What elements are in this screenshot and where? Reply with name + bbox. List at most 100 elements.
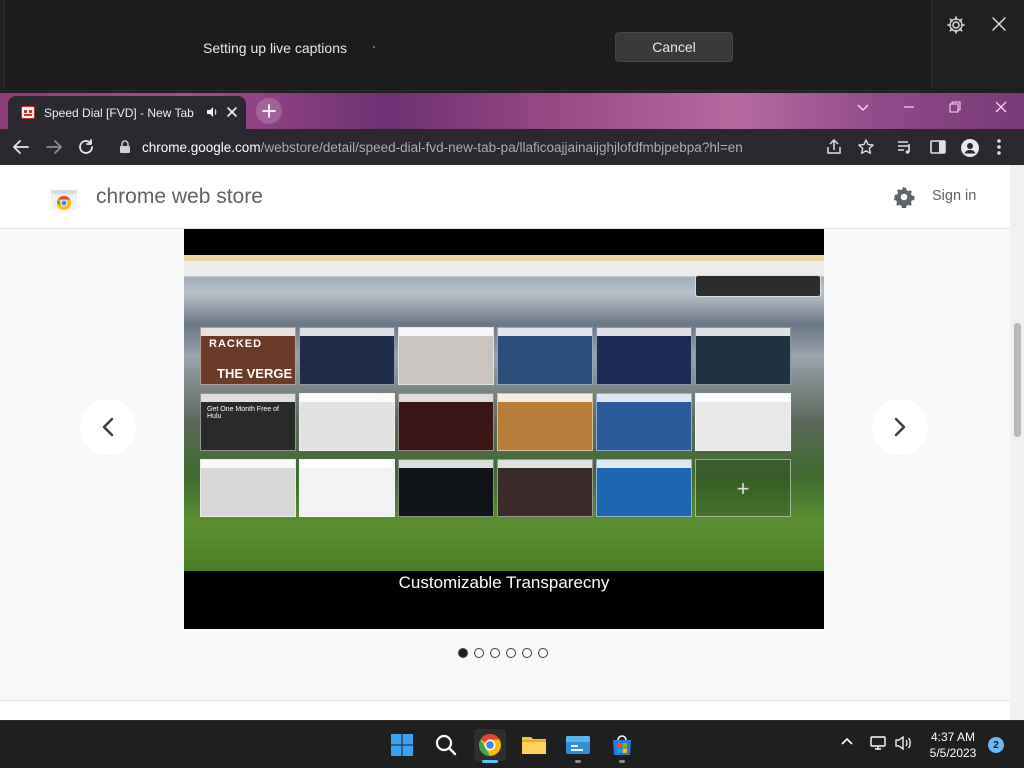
cancel-button[interactable]: Cancel [615,32,733,62]
speed-dial-favicon-icon [21,106,35,119]
back-icon[interactable] [12,138,30,156]
tile-header [696,328,790,336]
slide-dot[interactable] [522,648,532,658]
tile-header [498,328,592,336]
restore-icon[interactable] [948,100,962,114]
new-tab-button[interactable] [256,98,282,124]
speed-dial-tile [596,327,692,385]
tile-header [201,460,295,468]
notification-badge[interactable]: 2 [988,737,1004,753]
speed-dial-tile [200,459,296,517]
slide-dot[interactable] [490,648,500,658]
tile-text: RACKED [209,338,263,350]
address-bar[interactable]: chrome.google.com/webstore/detail/speed-… [110,132,850,162]
show-hidden-icons-chevron-icon[interactable] [840,735,854,749]
profile-icon[interactable] [960,138,980,158]
live-captions-running-indicator [575,760,581,763]
slide-caption: Customizable Transparecny [398,573,610,592]
speed-dial-tile [299,459,395,517]
tile-header [300,394,394,402]
audio-playing-icon[interactable] [205,105,219,119]
slide-dot[interactable] [474,648,484,658]
slide-dot[interactable] [538,648,548,658]
slide-screenshot-image: RACKED THE VERGE Get One Month Free of Hul… [184,255,824,571]
loading-dot [373,46,375,48]
tile-header [597,460,691,468]
screenshot-slide: RACKED THE VERGE Get One Month Free of Hul… [184,229,824,629]
side-panel-icon[interactable] [929,138,947,156]
tile-header [696,394,790,402]
speed-dial-tile: Get One Month Free of Hulu [200,393,296,451]
close-icon[interactable] [990,15,1008,33]
slide-pagination-dots [458,648,548,658]
previous-slide-button[interactable] [80,399,136,455]
speed-dial-tile [398,327,494,385]
close-window-icon[interactable] [994,100,1008,114]
chevron-left-icon [102,417,114,437]
slide-dot[interactable] [506,648,516,658]
store-running-indicator [619,760,625,763]
speed-dial-tile [497,393,593,451]
minimize-icon[interactable] [902,100,916,114]
web-store-page: chrome web store Sign in RACKED THE VERGE… [0,165,1024,720]
windows-start-icon[interactable] [386,729,418,761]
sign-in-link[interactable]: Sign in [932,188,976,204]
tile-header [201,328,295,336]
gear-icon[interactable] [946,15,966,35]
url-host: chrome.google.com [142,140,261,155]
browser-toolbar: chrome.google.com/webstore/detail/speed-… [0,129,1024,165]
network-icon[interactable] [870,735,888,751]
tile-header [399,460,493,468]
chrome-web-store-logo-icon[interactable] [49,184,79,212]
plus-icon [262,104,276,118]
more-icon[interactable] [996,138,1002,156]
live-captions-icon[interactable] [562,729,594,761]
speed-dial-tile [695,327,791,385]
tile-header [399,394,493,402]
page-scrollbar[interactable] [1010,165,1024,720]
settings-gear-icon[interactable] [893,186,915,208]
reload-icon[interactable] [77,138,95,156]
tab-search-icon[interactable] [856,100,870,114]
speed-dial-tile [497,459,593,517]
windows-taskbar: 4:37 AM 5/5/2023 2 [0,720,1024,768]
chrome-icon[interactable] [474,729,506,761]
tab-speed-dial[interactable]: Speed Dial [FVD] - New Tab [8,96,246,129]
live-captions-panel [4,0,932,91]
file-explorer-icon[interactable] [518,729,550,761]
microsoft-store-icon[interactable] [606,729,638,761]
speed-dial-tile [596,393,692,451]
slide-dot[interactable] [458,648,468,658]
speed-dial-tile [299,393,395,451]
store-title[interactable]: chrome web store [96,185,263,209]
reading-list-icon[interactable] [896,138,914,156]
url-text[interactable]: chrome.google.com/webstore/detail/speed-… [142,140,743,155]
add-tile-plus: + [736,476,750,501]
page-scrollbar-thumb[interactable] [1014,323,1021,437]
speed-dial-tile [497,327,593,385]
speed-dial-tile: + [695,459,791,517]
browser-tab-strip: Speed Dial [FVD] - New Tab [0,93,1024,129]
speed-dial-tile [695,393,791,451]
tile-header [498,460,592,468]
clock[interactable]: 4:37 AM 5/5/2023 [922,729,984,761]
speed-dial-tile [596,459,692,517]
search-icon[interactable] [430,729,462,761]
live-captions-status: Setting up live captions [203,40,347,56]
chrome-active-indicator [482,760,498,763]
lock-icon[interactable] [119,140,131,154]
forward-icon[interactable] [45,138,63,156]
close-tab-icon[interactable] [226,106,238,118]
tile-header [201,394,295,402]
star-icon[interactable] [857,138,875,156]
live-captions-bar: Setting up live captions Cancel [0,0,1024,93]
tile-header [300,460,394,468]
chevron-right-icon [894,417,906,437]
next-slide-button[interactable] [872,399,928,455]
tile-header [300,328,394,336]
page-lower-section [0,700,1010,720]
tile-subtext: THE VERGE [217,366,293,381]
tile-text: Get One Month Free of Hulu [207,406,279,420]
volume-icon[interactable] [895,735,913,751]
share-icon[interactable] [825,138,843,156]
